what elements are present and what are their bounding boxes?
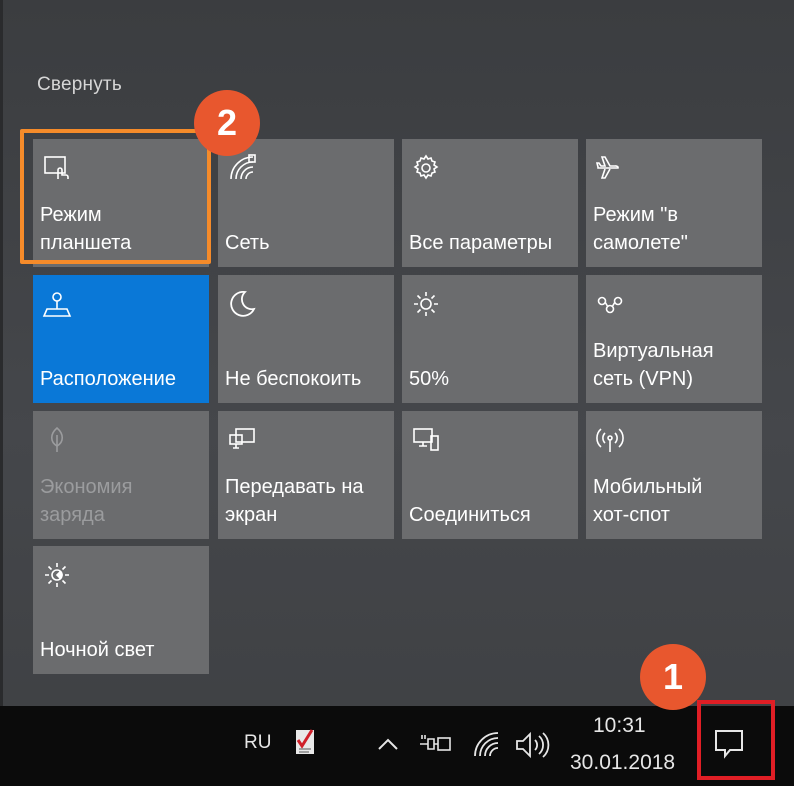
tile-label: Все параметры bbox=[409, 232, 553, 254]
tile-label: Не беспокоить bbox=[225, 368, 362, 390]
power-plug-icon[interactable] bbox=[418, 732, 452, 756]
connect-icon bbox=[411, 425, 439, 453]
tile-label: Экономия заряда bbox=[40, 476, 133, 526]
action-center-panel: Свернуть Режим планшета Сеть Все парамет… bbox=[0, 0, 794, 706]
input-method-icon[interactable] bbox=[292, 726, 318, 758]
vpn-icon bbox=[595, 289, 623, 317]
step-2-badge: 2 bbox=[194, 90, 260, 156]
location-icon bbox=[42, 289, 72, 317]
project-icon bbox=[227, 425, 255, 453]
leaf-icon bbox=[42, 425, 70, 453]
gear-icon bbox=[411, 153, 439, 181]
airplane-icon bbox=[595, 153, 623, 181]
night-light-icon bbox=[42, 560, 70, 588]
clock-date[interactable]: 30.01.2018 bbox=[570, 751, 675, 775]
tile-brightness[interactable]: 50% bbox=[402, 275, 578, 403]
tile-label: Мобильный хот-спот bbox=[593, 476, 703, 526]
tile-label: 50% bbox=[409, 368, 450, 390]
tablet-mode-highlight bbox=[20, 129, 211, 264]
tile-connect[interactable]: Соединиться bbox=[402, 411, 578, 539]
brightness-icon bbox=[411, 289, 439, 317]
hotspot-icon bbox=[595, 425, 624, 453]
step-1-badge: 1 bbox=[640, 644, 706, 710]
tile-vpn[interactable]: Виртуальная сеть (VPN) bbox=[586, 275, 762, 403]
tile-battery-saver[interactable]: Экономия заряда bbox=[33, 411, 209, 539]
panel-edge bbox=[0, 0, 3, 706]
action-center-highlight bbox=[697, 700, 775, 780]
chevron-up-icon[interactable] bbox=[376, 736, 400, 752]
tile-label: Режим "в самолете" bbox=[593, 204, 688, 254]
tile-label: Виртуальная сеть (VPN) bbox=[593, 340, 714, 390]
collapse-link[interactable]: Свернуть bbox=[37, 74, 122, 96]
moon-icon bbox=[227, 289, 256, 317]
tile-network[interactable]: Сеть bbox=[218, 139, 394, 267]
tile-airplane-mode[interactable]: Режим "в самолете" bbox=[586, 139, 762, 267]
tile-label: Сеть bbox=[225, 232, 270, 254]
taskbar: RU 10:31 30.01.2018 bbox=[0, 706, 794, 786]
tile-label: Ночной свет bbox=[40, 639, 155, 661]
tile-label: Расположение bbox=[40, 368, 176, 390]
tile-label: Передавать на экран bbox=[225, 476, 364, 526]
tile-mobile-hotspot[interactable]: Мобильный хот-спот bbox=[586, 411, 762, 539]
tile-all-settings[interactable]: Все параметры bbox=[402, 139, 578, 267]
volume-icon[interactable] bbox=[514, 730, 550, 760]
clock-time[interactable]: 10:31 bbox=[593, 714, 646, 738]
tile-label: Соединиться bbox=[409, 504, 531, 526]
language-indicator[interactable]: RU bbox=[244, 732, 271, 754]
tile-do-not-disturb[interactable]: Не беспокоить bbox=[218, 275, 394, 403]
network-icon bbox=[227, 153, 256, 181]
tile-project[interactable]: Передавать на экран bbox=[218, 411, 394, 539]
tile-location[interactable]: Расположение bbox=[33, 275, 209, 403]
wifi-icon[interactable] bbox=[472, 730, 500, 758]
tile-night-light[interactable]: Ночной свет bbox=[33, 546, 209, 674]
